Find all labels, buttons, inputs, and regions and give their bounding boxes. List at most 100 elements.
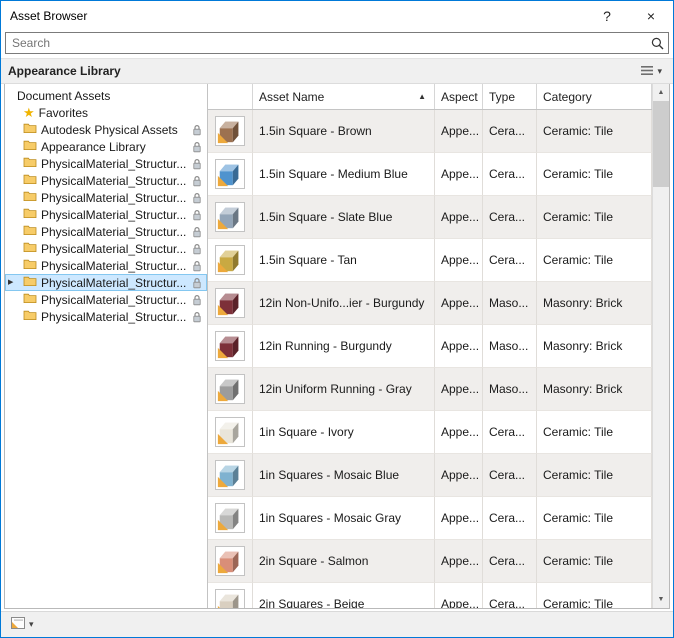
star-icon: ★ (23, 105, 35, 120)
lock-icon (192, 277, 202, 289)
sidebar-item-autodesk-physical-assets[interactable]: Autodesk Physical Assets (5, 121, 207, 138)
table-row[interactable]: 1.5in Square - Tan Appe... Cera... Ceram… (208, 239, 652, 282)
search-box (5, 32, 669, 54)
asset-name: 12in Uniform Running - Gray (253, 368, 435, 411)
search-row (1, 31, 673, 58)
header-label: Asset Name (259, 89, 325, 104)
close-button[interactable]: × (629, 1, 673, 31)
sidebar-item-label: PhysicalMaterial_Structur... (41, 241, 187, 256)
table-row[interactable]: 12in Non-Unifo...ier - Burgundy Appe... … (208, 282, 652, 325)
asset-type: Cera... (483, 110, 537, 153)
asset-type: Cera... (483, 583, 537, 608)
folder-icon (23, 258, 37, 273)
help-button[interactable]: ? (585, 1, 629, 31)
asset-thumbnail (215, 288, 245, 318)
sidebar-item-label: Autodesk Physical Assets (41, 122, 178, 137)
asset-type: Cera... (483, 454, 537, 497)
lock-icon (192, 141, 202, 153)
scrollbar-thumb[interactable] (653, 101, 669, 187)
sidebar-item-label: PhysicalMaterial_Structur... (41, 309, 187, 324)
lock-icon (192, 158, 202, 170)
window-title: Asset Browser (10, 9, 88, 23)
sidebar-item-favorites[interactable]: ★ Favorites (5, 104, 207, 121)
sidebar-item-document-assets[interactable]: Document Assets (5, 87, 207, 104)
sidebar-item-appearance-library[interactable]: Appearance Library (5, 138, 207, 155)
sidebar-item-physicalmaterial-6[interactable]: PhysicalMaterial_Structur... (5, 240, 207, 257)
expand-arrow-icon[interactable]: ▶ (8, 279, 13, 286)
scrollbar-track[interactable] (653, 187, 669, 591)
lock-icon (192, 243, 202, 255)
asset-category: Masonry: Brick (537, 368, 652, 411)
vertical-scrollbar[interactable]: ▲ ▼ (652, 84, 669, 608)
asset-category: Ceramic: Tile (537, 196, 652, 239)
table-row[interactable]: 12in Running - Burgundy Appe... Maso... … (208, 325, 652, 368)
folder-icon (23, 275, 37, 290)
table-row[interactable]: 2in Square - Salmon Appe... Cera... Cera… (208, 540, 652, 583)
asset-type: Cera... (483, 239, 537, 282)
asset-type: Cera... (483, 196, 537, 239)
sidebar-item-label: PhysicalMaterial_Structur... (41, 275, 187, 290)
asset-type: Cera... (483, 540, 537, 583)
sidebar-item-physicalmaterial-5[interactable]: PhysicalMaterial_Structur... (5, 223, 207, 240)
folder-icon (23, 241, 37, 256)
table-row[interactable]: 1.5in Square - Medium Blue Appe... Cera.… (208, 153, 652, 196)
sidebar-item-physicalmaterial-2[interactable]: PhysicalMaterial_Structur... (5, 172, 207, 189)
sidebar-item-label: PhysicalMaterial_Structur... (41, 207, 187, 222)
asset-aspect: Appe... (435, 583, 483, 608)
asset-name: 1in Squares - Mosaic Blue (253, 454, 435, 497)
table-row[interactable]: 1in Square - Ivory Appe... Cera... Ceram… (208, 411, 652, 454)
asset-type: Maso... (483, 325, 537, 368)
view-options-button[interactable]: ▾ (636, 62, 666, 81)
folder-icon (23, 139, 37, 154)
asset-name: 12in Non-Unifo...ier - Burgundy (253, 282, 435, 325)
table-body: 1.5in Square - Brown Appe... Cera... Cer… (208, 110, 652, 608)
asset-category: Ceramic: Tile (537, 540, 652, 583)
header-type[interactable]: Type (483, 84, 537, 109)
sidebar-item-label: PhysicalMaterial_Structur... (41, 224, 187, 239)
asset-category: Ceramic: Tile (537, 239, 652, 282)
table-row[interactable]: 1in Squares - Mosaic Gray Appe... Cera..… (208, 497, 652, 540)
sidebar-item-physicalmaterial-3[interactable]: PhysicalMaterial_Structur... (5, 189, 207, 206)
asset-thumbnail (215, 245, 245, 275)
folder-icon (23, 224, 37, 239)
table-row[interactable]: 1.5in Square - Brown Appe... Cera... Cer… (208, 110, 652, 153)
table-row[interactable]: 1in Squares - Mosaic Blue Appe... Cera..… (208, 454, 652, 497)
search-input[interactable] (6, 36, 646, 50)
asset-aspect: Appe... (435, 325, 483, 368)
sidebar-item-physicalmaterial-8-selected[interactable]: ▶ PhysicalMaterial_Structur... (5, 274, 207, 291)
asset-category: Masonry: Brick (537, 282, 652, 325)
table-row[interactable]: 1.5in Square - Slate Blue Appe... Cera..… (208, 196, 652, 239)
lock-icon (192, 175, 202, 187)
titlebar: Asset Browser ? × (1, 1, 673, 31)
search-icon[interactable] (646, 33, 668, 53)
table-row[interactable]: 12in Uniform Running - Gray Appe... Maso… (208, 368, 652, 411)
scroll-up-icon[interactable]: ▲ (653, 84, 669, 101)
lock-icon (192, 294, 202, 306)
table-row[interactable]: 2in Squares - Beige Appe... Cera... Cera… (208, 583, 652, 608)
asset-thumbnail (215, 460, 245, 490)
sidebar-item-physicalmaterial-1[interactable]: PhysicalMaterial_Structur... (5, 155, 207, 172)
asset-name: 2in Square - Salmon (253, 540, 435, 583)
asset-aspect: Appe... (435, 454, 483, 497)
asset-table: Asset Name ▲ Aspect Type Category 1.5in … (208, 84, 652, 608)
asset-type: Cera... (483, 153, 537, 196)
sidebar-item-physicalmaterial-4[interactable]: PhysicalMaterial_Structur... (5, 206, 207, 223)
scroll-down-icon[interactable]: ▼ (653, 591, 669, 608)
library-title: Appearance Library (8, 64, 121, 78)
asset-name: 1.5in Square - Medium Blue (253, 153, 435, 196)
asset-name: 2in Squares - Beige (253, 583, 435, 608)
library-header-bar: Appearance Library ▾ (1, 58, 673, 84)
header-aspect[interactable]: Aspect (435, 84, 483, 109)
manage-library-button[interactable]: ▾ (7, 614, 37, 635)
asset-table-wrap: Asset Name ▲ Aspect Type Category 1.5in … (208, 84, 669, 608)
sidebar-item-physicalmaterial-7[interactable]: PhysicalMaterial_Structur... (5, 257, 207, 274)
folder-icon (23, 156, 37, 171)
asset-category: Ceramic: Tile (537, 454, 652, 497)
header-category[interactable]: Category (537, 84, 652, 109)
folder-icon (23, 173, 37, 188)
sidebar-item-physicalmaterial-10[interactable]: PhysicalMaterial_Structur... (5, 308, 207, 325)
header-asset-name[interactable]: Asset Name ▲ (253, 84, 435, 109)
sidebar-item-physicalmaterial-9[interactable]: PhysicalMaterial_Structur... (5, 291, 207, 308)
main-area: Document Assets ★ Favorites Autodesk Phy… (4, 84, 670, 609)
chevron-down-icon: ▾ (657, 65, 662, 76)
